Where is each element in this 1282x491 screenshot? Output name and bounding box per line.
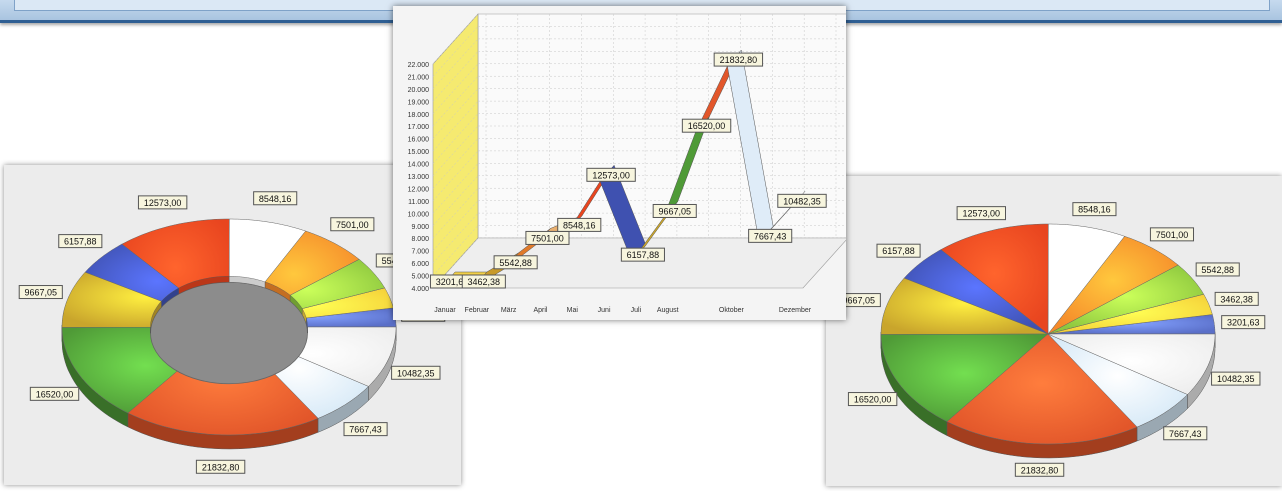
data-label-dezember-text: 10482,35: [397, 368, 435, 378]
x-tick-label: Januar: [434, 307, 456, 314]
area-data-label-märz: 5542,88: [493, 255, 538, 270]
data-label-juni-text: 12573,00: [144, 198, 182, 208]
area-data-label-februar-text: 3462,38: [468, 277, 501, 287]
area-data-label-februar: 3462,38: [461, 274, 506, 289]
data-label-november: 7667,43: [1163, 426, 1208, 441]
x-tick-label: Juni: [598, 307, 611, 314]
y-tick-label: 8.000: [411, 236, 429, 243]
y-tick-label: 19.000: [408, 99, 430, 106]
x-tick-label: Dezember: [779, 307, 812, 314]
area-chart: 4.000 5.000 6.000 7.000 8.000 9.000 10.000 11.0…: [408, 13, 849, 314]
data-label-november-text: 7667,43: [1169, 429, 1202, 439]
y-tick-label: 15.000: [408, 149, 430, 156]
data-label-juni: 12573,00: [137, 195, 188, 210]
data-label-januar-text: 3201,63: [1227, 318, 1260, 328]
data-label-november-text: 7667,43: [349, 425, 382, 435]
data-label-august-text: 9667,05: [24, 288, 57, 298]
data-label-märz: 5542,88: [1195, 262, 1240, 277]
pie-chart: 3201,63 3462,38 5542,88 7501,00 8548,16 12573…: [836, 202, 1266, 477]
y-tick-label: 11.000: [408, 199, 429, 206]
y-tick-label: 14.000: [408, 162, 430, 169]
area-data-label-mai: 8548,16: [557, 217, 602, 232]
data-label-mai: 8548,16: [253, 191, 298, 206]
area-data-label-juli-text: 6157,88: [627, 250, 660, 260]
y-tick-label: 21.000: [408, 74, 430, 81]
data-label-august-text: 9667,05: [843, 296, 876, 306]
data-label-april: 7501,00: [1149, 227, 1195, 242]
y-tick-label: 9.000: [411, 224, 429, 231]
data-label-oktober-text: 21832,80: [202, 462, 240, 472]
area-data-label-dezember-text: 10482,35: [783, 196, 821, 206]
data-label-juni-text: 12573,00: [963, 209, 1001, 219]
data-label-september: 16520,00: [847, 392, 898, 407]
data-label-februar-text: 3462,38: [1220, 294, 1253, 304]
y-tick-label: 10.000: [408, 211, 430, 218]
area-data-label-april-text: 7501,00: [531, 233, 564, 243]
data-label-februar: 3462,38: [1214, 291, 1259, 306]
area-data-label-september-text: 16520,00: [688, 121, 726, 131]
area-data-label-märz-text: 5542,88: [499, 258, 532, 268]
y-tick-label: 4.000: [411, 286, 429, 293]
data-label-oktober-text: 21832,80: [1021, 465, 1059, 475]
pie-chart-panel: 3201,63 3462,38 5542,88 7501,00 8548,16 12573…: [826, 176, 1282, 486]
data-label-april: 7501,00: [330, 217, 375, 232]
x-tick-label: Juli: [631, 307, 642, 314]
data-label-november: 7667,43: [343, 422, 388, 437]
y-tick-label: 22.000: [408, 62, 430, 69]
area-data-label-mai-text: 8548,16: [563, 220, 596, 230]
data-label-august: 9667,05: [18, 285, 63, 300]
data-label-oktober: 21832,80: [195, 459, 246, 474]
data-label-oktober: 21832,80: [1014, 462, 1065, 477]
y-tick-label: 7.000: [411, 249, 429, 256]
x-tick-label: März: [501, 307, 517, 314]
data-label-juli: 6157,88: [876, 243, 921, 258]
y-axis-ticks: 4.000 5.000 6.000 7.000 8.000 9.000 10.000 11.0…: [408, 62, 430, 293]
area-data-label-september: 16520,00: [681, 118, 732, 133]
area-data-label-juni: 12573,00: [586, 167, 636, 182]
area-data-label-oktober: 21832,80: [713, 52, 764, 67]
data-label-dezember: 10482,35: [391, 365, 441, 380]
y-tick-label: 17.000: [408, 124, 430, 131]
y-tick-label: 6.000: [411, 261, 429, 268]
area-data-label-oktober-text: 21832,80: [720, 55, 758, 65]
data-label-dezember: 10482,35: [1211, 371, 1261, 386]
data-label-september-text: 16520,00: [36, 389, 74, 399]
data-label-juli: 6157,88: [58, 234, 103, 249]
x-tick-label: Oktober: [719, 307, 745, 314]
area-data-label-juli: 6157,88: [620, 247, 665, 262]
data-label-januar: 3201,63: [1221, 315, 1266, 330]
y-tick-label: 12.000: [408, 186, 430, 193]
area-data-label-november-text: 7667,43: [754, 231, 787, 241]
data-label-september-text: 16520,00: [854, 395, 892, 405]
data-label-juli-text: 6157,88: [64, 237, 97, 247]
y-tick-label: 5.000: [411, 274, 429, 281]
data-label-mai-text: 8548,16: [259, 194, 292, 204]
data-label-mai-text: 8548,16: [1078, 205, 1111, 215]
x-axis-ticks: Januar Februar März April Mai Juni Juli August O…: [434, 307, 812, 314]
data-label-dezember-text: 10482,35: [1217, 374, 1255, 384]
data-label-april-text: 7501,00: [1156, 230, 1189, 240]
y-tick-label: 20.000: [408, 87, 430, 94]
area-data-label-april: 7501,00: [525, 230, 570, 245]
area-data-label-dezember: 10482,35: [777, 193, 827, 208]
y-tick-label: 13.000: [408, 174, 430, 181]
data-label-juli-text: 6157,88: [882, 246, 915, 256]
area-data-label-august: 9667,05: [652, 203, 697, 218]
area-data-label-juni-text: 12573,00: [592, 170, 630, 180]
data-label-april-text: 7501,00: [336, 220, 369, 230]
area-data-label-november: 7667,43: [748, 228, 793, 243]
x-tick-label: August: [657, 307, 679, 314]
x-tick-label: April: [533, 307, 547, 314]
area-chart-panel: 4.000 5.000 6.000 7.000 8.000 9.000 10.000 11.0…: [393, 6, 849, 320]
y-tick-label: 18.000: [408, 112, 430, 119]
x-tick-label: Februar: [465, 307, 490, 314]
data-label-mai: 8548,16: [1072, 202, 1117, 217]
data-label-juni: 12573,00: [956, 206, 1007, 221]
data-label-märz-text: 5542,88: [1201, 265, 1234, 275]
area-data-label-august-text: 9667,05: [658, 206, 691, 216]
data-label-september: 16520,00: [29, 386, 80, 401]
y-tick-label: 16.000: [408, 137, 430, 144]
x-tick-label: Mai: [567, 307, 579, 314]
